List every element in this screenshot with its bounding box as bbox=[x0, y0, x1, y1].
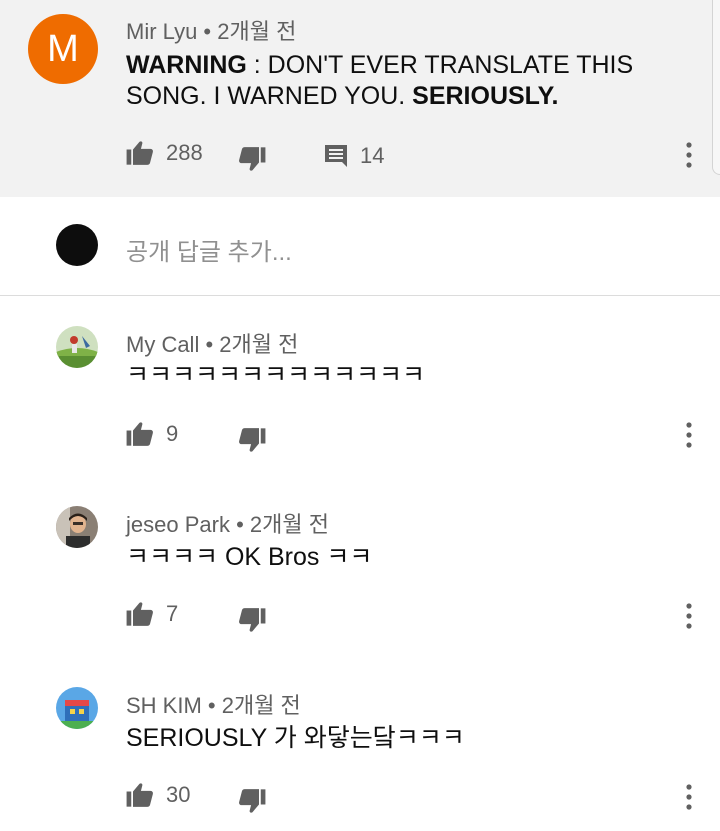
more-vertical-icon[interactable] bbox=[679, 141, 699, 169]
separator: • bbox=[201, 693, 222, 718]
timestamp[interactable]: 2개월 전 bbox=[217, 19, 296, 44]
comment-header: My Call • 2개월 전 bbox=[126, 327, 298, 359]
highlighted-comment: M Mir Lyu • 2개월 전 WARNING : DON'T EVER T… bbox=[0, 0, 720, 197]
thumbs-down-icon bbox=[238, 788, 266, 814]
thumbs-down-icon bbox=[238, 607, 266, 633]
comment-text: ㅋㅋㅋㅋㅋㅋㅋㅋㅋㅋㅋㅋㅋ bbox=[126, 361, 426, 389]
comment-icon bbox=[324, 144, 348, 168]
thumbs-down-icon bbox=[238, 146, 266, 172]
reply-count: 14 bbox=[360, 143, 385, 168]
dislike-button[interactable] bbox=[238, 607, 266, 633]
like-button[interactable]: 9 bbox=[126, 421, 178, 447]
thumbs-up-icon bbox=[126, 421, 154, 447]
timestamp[interactable]: 2개월 전 bbox=[250, 512, 329, 537]
comment-text-part: SONG. I WARNED YOU. bbox=[126, 82, 413, 110]
thumbs-down-icon bbox=[238, 427, 266, 453]
thumbs-up-icon bbox=[126, 601, 154, 627]
more-vertical-icon[interactable] bbox=[679, 421, 699, 449]
user-avatar bbox=[56, 224, 98, 266]
avatar[interactable] bbox=[56, 326, 98, 368]
replies-button[interactable]: 14 bbox=[324, 143, 384, 169]
avatar-letter: M bbox=[47, 28, 79, 70]
more-vertical-icon[interactable] bbox=[679, 602, 699, 630]
comment-text-line-2: SONG. I WARNED YOU. SERIOUSLY. bbox=[126, 81, 633, 112]
comment-header: jeseo Park • 2개월 전 bbox=[126, 507, 329, 539]
thumbs-up-icon bbox=[126, 782, 154, 808]
separator: • bbox=[197, 19, 218, 44]
like-count: 9 bbox=[166, 421, 179, 446]
like-count: 288 bbox=[166, 140, 203, 165]
dislike-button[interactable] bbox=[238, 427, 266, 453]
thumbs-up-icon bbox=[126, 140, 154, 166]
author-name[interactable]: Mir Lyu bbox=[126, 19, 197, 44]
comment-text-line-1: WARNING : DON'T EVER TRANSLATE THIS bbox=[126, 50, 633, 81]
comment-text: ㅋㅋㅋㅋ OK Bros ㅋㅋ bbox=[126, 543, 373, 571]
comment-text-part: : DON'T EVER TRANSLATE THIS bbox=[246, 51, 634, 79]
avatar[interactable] bbox=[56, 506, 98, 548]
comment-header: SH KIM • 2개월 전 bbox=[126, 688, 301, 720]
scrollbar[interactable] bbox=[712, 0, 720, 175]
comment-text: SERIOUSLY 가 와닿는닼ㅋㅋㅋ bbox=[126, 724, 465, 752]
comment-bold-warning: WARNING bbox=[126, 51, 247, 79]
avatar[interactable] bbox=[56, 687, 98, 729]
avatar[interactable]: M bbox=[28, 14, 98, 84]
like-count: 30 bbox=[166, 782, 191, 807]
like-button[interactable]: 288 bbox=[126, 140, 203, 166]
like-button[interactable]: 30 bbox=[126, 782, 190, 808]
more-vertical-icon[interactable] bbox=[679, 783, 699, 811]
timestamp[interactable]: 2개월 전 bbox=[222, 693, 301, 718]
separator: • bbox=[229, 512, 250, 537]
comment-text: WARNING : DON'T EVER TRANSLATE THIS SONG… bbox=[126, 50, 633, 112]
comment-bold-seriously: SERIOUSLY. bbox=[412, 82, 559, 110]
author-name[interactable]: jeseo Park bbox=[126, 512, 230, 537]
like-count: 7 bbox=[166, 601, 179, 626]
dislike-button[interactable] bbox=[238, 146, 266, 172]
add-reply-row[interactable]: 공개 답글 추가... bbox=[0, 197, 720, 296]
timestamp[interactable]: 2개월 전 bbox=[219, 332, 298, 357]
author-name[interactable]: My Call bbox=[126, 332, 199, 357]
like-button[interactable]: 7 bbox=[126, 601, 178, 627]
author-name[interactable]: SH KIM bbox=[126, 693, 202, 718]
comment-header: Mir Lyu • 2개월 전 bbox=[126, 14, 296, 46]
reply-input[interactable]: 공개 답글 추가... bbox=[126, 232, 292, 267]
separator: • bbox=[199, 332, 220, 357]
dislike-button[interactable] bbox=[238, 788, 266, 814]
